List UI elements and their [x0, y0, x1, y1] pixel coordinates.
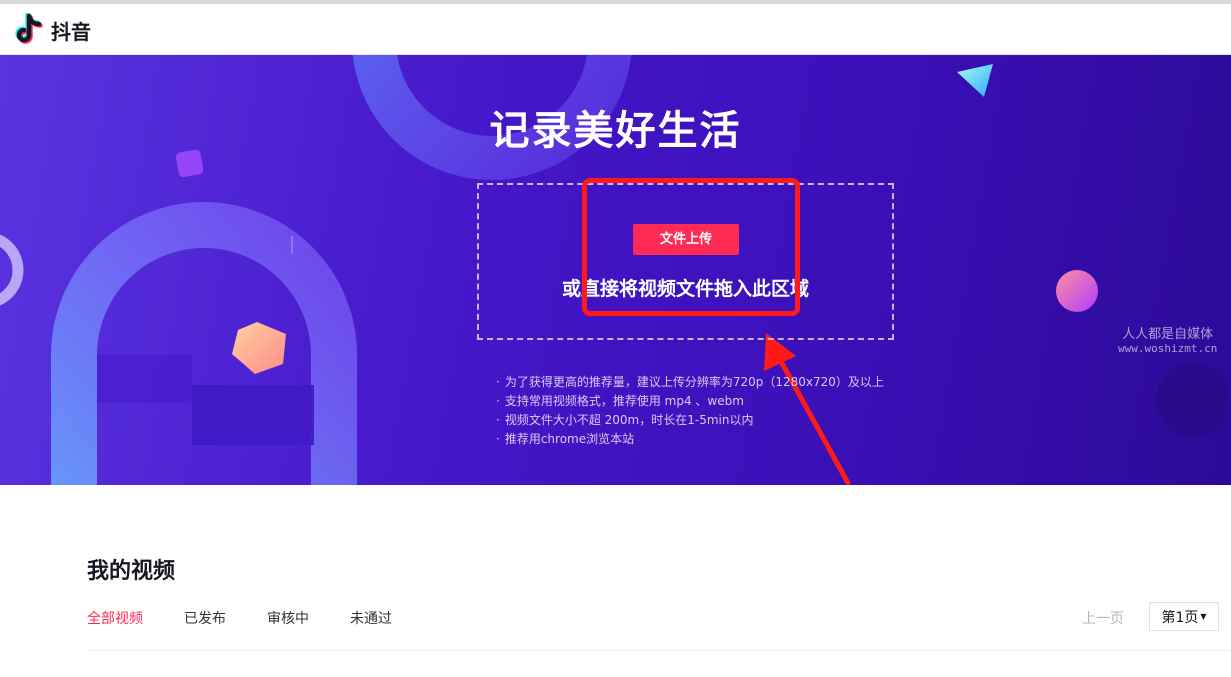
video-filter-tabs: 全部视频 已发布 审核中 未通过 — [87, 608, 433, 628]
page-select-label: 第1页 — [1161, 609, 1199, 626]
pentagon-decoration — [232, 322, 286, 374]
upload-tip: 视频文件大小不超 200m，时长在1-5min以内 — [496, 411, 884, 430]
upload-tip: 推荐用chrome浏览本站 — [496, 430, 884, 449]
tab-published[interactable]: 已发布 — [184, 608, 226, 628]
tab-rejected[interactable]: 未通过 — [350, 608, 392, 628]
upload-tips: 为了获得更高的推荐量，建议上传分辨率为720p（1280x720）及以上 支持常… — [496, 373, 884, 449]
annotation-highlight-box — [582, 178, 800, 316]
watermark-line2: www.woshizmt.cn — [1118, 342, 1218, 355]
upload-tip: 为了获得更高的推荐量，建议上传分辨率为720p（1280x720）及以上 — [496, 373, 884, 392]
tiktok-note-icon — [15, 13, 43, 44]
watermark: 人人都是自媒体 www.woshizmt.cn — [1118, 323, 1217, 355]
section-divider — [87, 650, 1231, 651]
tab-all-videos[interactable]: 全部视频 — [87, 608, 143, 628]
top-bar: 抖音 — [0, 4, 1231, 55]
triangle-decoration — [957, 64, 993, 97]
banner-title: 记录美好生活 — [489, 108, 742, 154]
edge-ring-decoration — [0, 234, 24, 306]
upload-banner: 记录美好生活 文件上传 或直接将视频文件拖入此区域 为了获得更高的推荐量，建议上… — [0, 55, 1231, 485]
ball-decoration — [1056, 270, 1098, 312]
watermark-line1: 人人都是自媒体 — [1122, 327, 1214, 342]
page-select-dropdown[interactable]: 第1页 ▼ — [1149, 602, 1219, 631]
my-videos-title: 我的视频 — [87, 559, 176, 584]
block-decoration — [192, 385, 314, 445]
dark-circle-decoration — [1156, 363, 1230, 437]
upload-tip: 支持常用视频格式，推荐使用 mp4 、webm — [496, 392, 884, 411]
caret-down-icon: ▼ — [1200, 612, 1207, 621]
app-name: 抖音 — [51, 19, 91, 44]
tab-under-review[interactable]: 审核中 — [267, 608, 309, 628]
prev-page-button[interactable]: 上一页 — [1082, 608, 1124, 628]
app-logo[interactable]: 抖音 — [15, 13, 91, 47]
